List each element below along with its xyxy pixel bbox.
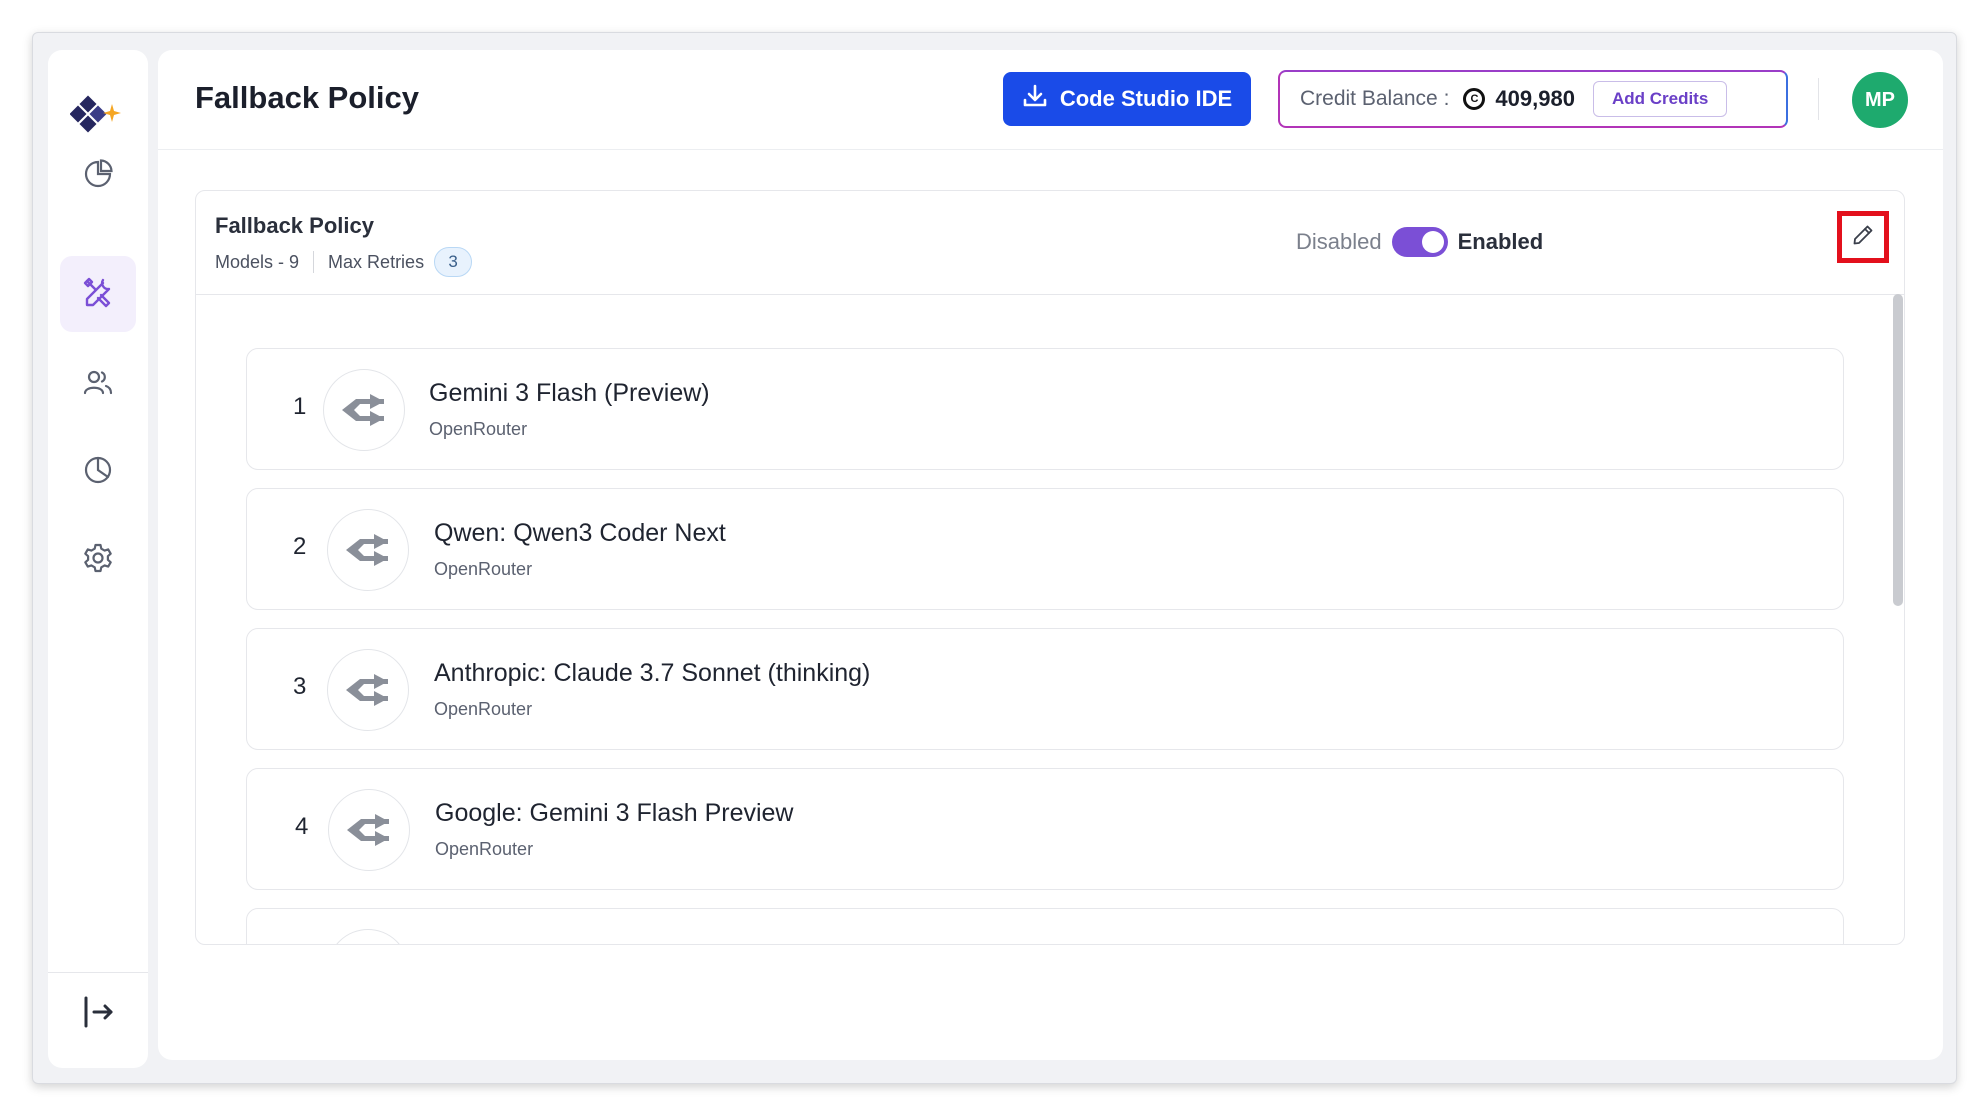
logout-icon (80, 994, 116, 1035)
main-panel: Fallback Policy Code Studio IDE Credit B… (158, 50, 1943, 1060)
credit-balance-label: Credit Balance : (1300, 87, 1450, 110)
model-provider: OpenRouter (434, 699, 533, 719)
users-icon (82, 366, 114, 403)
fallback-policy-card: Fallback Policy Models - 9 Max Retries 3… (195, 190, 1905, 945)
gear-icon (82, 542, 114, 579)
add-credits-button[interactable]: Add Credits (1592, 81, 1728, 117)
model-name: Anthropic: Claude 3.7 Sonnet (thinking) (434, 659, 871, 687)
openrouter-icon (323, 369, 405, 451)
openrouter-icon (328, 789, 410, 871)
sidebar-item-settings[interactable] (60, 522, 136, 598)
sidebar-item-analytics[interactable] (60, 434, 136, 510)
credit-balance-value: 409,980 (1495, 86, 1575, 111)
toggle-knob (1421, 231, 1444, 253)
model-provider: OpenRouter (429, 419, 528, 439)
top-header: Fallback Policy Code Studio IDE Credit B… (158, 50, 1943, 150)
analytics-icon (82, 454, 114, 491)
model-index: 4 (295, 813, 309, 840)
credit-coin-icon: C (1463, 88, 1486, 110)
model-provider: OpenRouter (435, 839, 534, 859)
scrollbar-thumb[interactable] (1893, 294, 1903, 606)
sidebar-item-tools[interactable] (60, 256, 136, 332)
policy-enabled-toggle[interactable] (1391, 227, 1448, 257)
sidebar (48, 50, 148, 1068)
page-title: Fallback Policy (195, 80, 419, 115)
sidebar-item-users[interactable] (60, 346, 136, 422)
tools-icon (81, 275, 115, 314)
models-count: Models - 9 (215, 251, 300, 272)
model-index: 3 (293, 673, 307, 700)
policy-card-header: Fallback Policy Models - 9 Max Retries 3… (196, 191, 1904, 295)
model-name: Qwen: Qwen3 Coder Next (434, 519, 726, 547)
model-list: 1 Gemini 3 Flash (Preview) OpenRouter 2 … (196, 296, 1904, 944)
model-name: Gemini 3 Flash (Preview) (429, 379, 710, 407)
sidebar-item-dashboard[interactable] (60, 138, 136, 214)
meta-separator (313, 251, 315, 273)
sidebar-divider (48, 972, 148, 973)
logout-button[interactable] (76, 992, 120, 1036)
toggle-enabled-label: Enabled (1457, 229, 1544, 254)
model-name: Google: Gemini 3 Flash Preview (435, 799, 794, 827)
app-logo[interactable] (69, 86, 126, 142)
pencil-icon (1851, 223, 1875, 252)
edit-policy-button[interactable] (1837, 211, 1889, 263)
policy-toggle-group: Disabled Enabled (1296, 227, 1543, 257)
list-item[interactable] (246, 908, 1844, 944)
credit-balance-box: Credit Balance : C 409,980 Add Credits (1278, 70, 1788, 128)
avatar[interactable]: MP (1852, 72, 1908, 128)
list-item[interactable]: 3 Anthropic: Claude 3.7 Sonnet (thinking… (246, 628, 1844, 750)
list-item[interactable]: 4 Google: Gemini 3 Flash Preview OpenRou… (246, 768, 1844, 890)
model-provider: OpenRouter (434, 559, 533, 579)
openrouter-icon (327, 929, 409, 944)
header-divider (1818, 78, 1819, 120)
toggle-disabled-label: Disabled (1296, 229, 1382, 254)
code-studio-ide-button[interactable]: Code Studio IDE (1003, 72, 1251, 126)
list-item[interactable]: 2 Qwen: Qwen3 Coder Next OpenRouter (246, 488, 1844, 610)
max-retries-badge: 3 (434, 247, 473, 277)
code-studio-ide-label: Code Studio IDE (1059, 86, 1233, 111)
list-item[interactable]: 1 Gemini 3 Flash (Preview) OpenRouter (246, 348, 1844, 470)
openrouter-icon (327, 649, 409, 731)
model-index: 2 (293, 533, 307, 560)
policy-meta: Models - 9 Max Retries 3 (215, 247, 473, 277)
pie-chart-icon (82, 158, 114, 195)
model-index: 1 (293, 393, 307, 420)
max-retries-label: Max Retries (328, 251, 425, 272)
policy-title: Fallback Policy (215, 213, 374, 238)
download-icon (1022, 83, 1048, 115)
openrouter-icon (327, 509, 409, 591)
